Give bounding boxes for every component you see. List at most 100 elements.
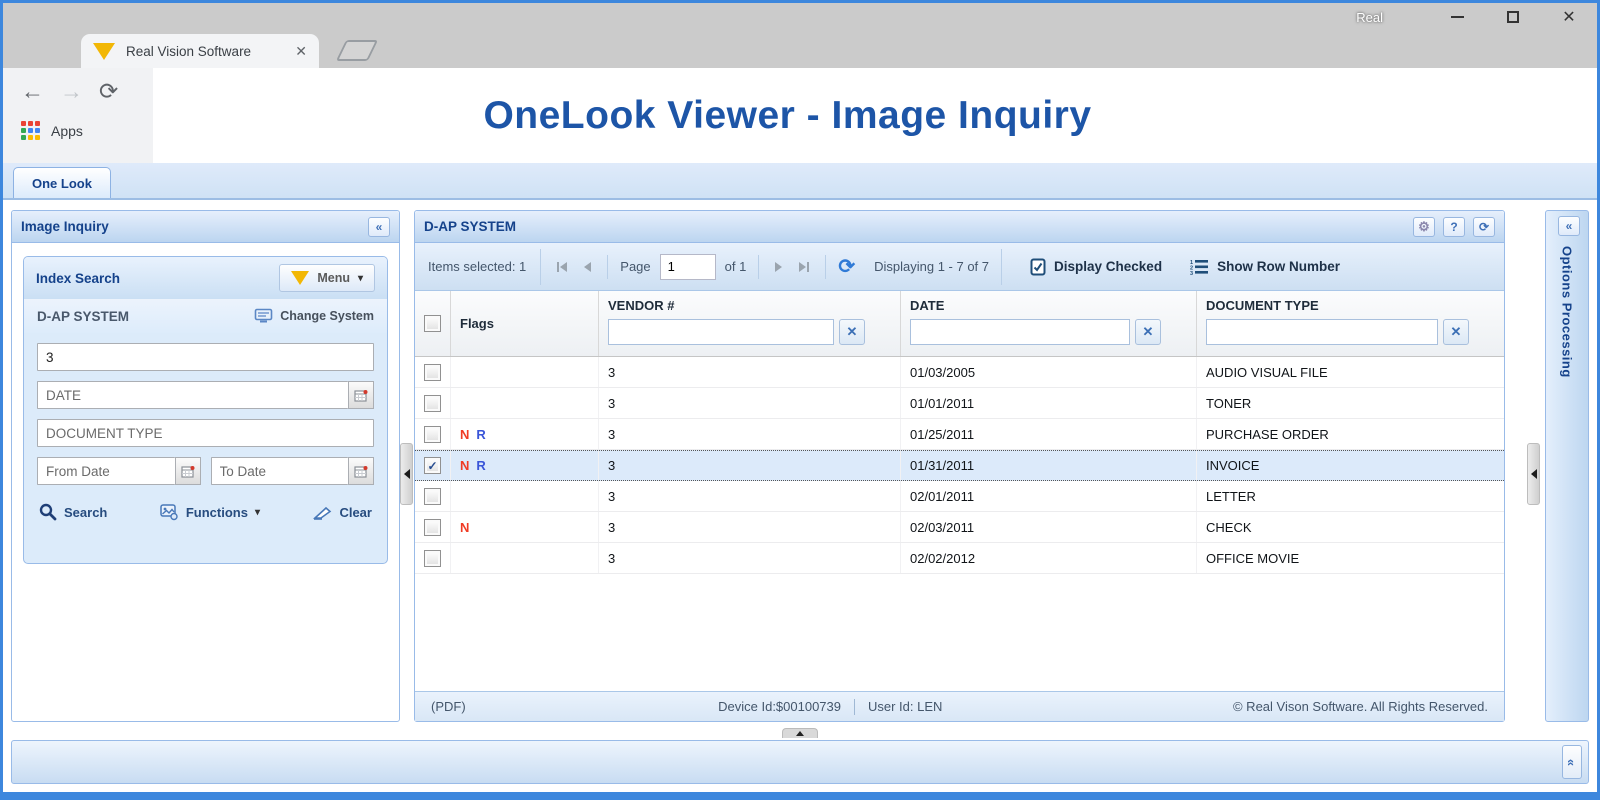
display-checked-button[interactable]: Display Checked	[1030, 258, 1162, 276]
table-row[interactable]: 3 02/01/2011 LETTER	[415, 481, 1504, 512]
date-picker-button[interactable]	[348, 381, 374, 409]
display-checked-label: Display Checked	[1054, 259, 1163, 274]
select-all-checkbox[interactable]	[424, 315, 441, 332]
apps-shortcut[interactable]: Apps	[3, 105, 153, 140]
row-checkbox-cell	[415, 543, 451, 573]
expand-bottom-panel-button[interactable]: «	[1562, 745, 1582, 779]
back-icon[interactable]: ←	[21, 78, 44, 105]
tab-one-look[interactable]: One Look	[13, 167, 111, 198]
functions-icon	[160, 503, 178, 520]
collapse-left-panel-button[interactable]: «	[368, 216, 390, 237]
help-icon: ?	[1450, 219, 1458, 234]
footer-separator	[854, 698, 855, 715]
search-fields	[24, 333, 387, 489]
app-tab-strip: One Look	[3, 163, 1597, 200]
options-processing-panel[interactable]: « Options Processing	[1545, 210, 1589, 722]
vendor-cell: 3	[599, 543, 901, 573]
from-date-picker-button[interactable]	[174, 457, 201, 485]
svg-text:3: 3	[1190, 271, 1193, 275]
row-checkbox[interactable]	[424, 487, 441, 505]
vendor-cell: 3	[599, 388, 901, 418]
expand-options-button[interactable]: «	[1558, 216, 1580, 236]
help-button[interactable]: ?	[1443, 216, 1465, 237]
show-row-number-label: Show Row Number	[1217, 259, 1341, 274]
menu-button[interactable]: Menu ▾	[279, 264, 375, 292]
browser-tab[interactable]: Real Vision Software ✕	[81, 34, 319, 68]
row-checkbox[interactable]	[424, 549, 441, 567]
refresh-panel-button[interactable]: ⟳	[1473, 216, 1495, 237]
column-header-vendor[interactable]: VENDOR # ✕	[599, 291, 901, 356]
search-label: Search	[64, 504, 108, 520]
doctype-cell: LETTER	[1206, 488, 1256, 504]
doc-type-column-label: DOCUMENT TYPE	[1206, 298, 1319, 313]
refresh-grid-button[interactable]: ⟳	[838, 257, 855, 277]
table-row[interactable]: NR 3 01/25/2011 PURCHASE ORDER	[415, 419, 1504, 450]
page-number-input[interactable]	[659, 253, 716, 280]
row-checkbox[interactable]	[424, 394, 441, 412]
maximize-button[interactable]	[1485, 3, 1541, 31]
copyright-label: © Real Vison Software. All Rights Reserv…	[1232, 699, 1488, 714]
last-page-button[interactable]	[795, 261, 813, 272]
column-header-flags[interactable]: Flags	[451, 291, 599, 356]
image-inquiry-panel: Image Inquiry « Index Search Menu ▾ D-AP…	[11, 210, 400, 722]
gear-icon: ⚙	[1418, 218, 1430, 234]
column-header-doc-type[interactable]: DOCUMENT TYPE ✕	[1197, 291, 1504, 356]
row-checkbox[interactable]	[424, 425, 441, 443]
image-inquiry-title: Image Inquiry	[21, 219, 109, 234]
flag-N: N	[460, 519, 470, 535]
doc-type-filter-input[interactable]	[1206, 319, 1438, 345]
table-row[interactable]: 3 02/02/2012 OFFICE MOVIE	[415, 543, 1504, 574]
change-system-label: Change System	[280, 309, 374, 323]
apps-grid-icon	[21, 121, 40, 140]
change-system-button[interactable]: Change System	[254, 308, 374, 324]
row-checkbox-cell: ✓	[415, 451, 451, 480]
right-collapse-handle[interactable]	[1527, 443, 1540, 505]
clear-button[interactable]: Clear	[312, 505, 372, 520]
vendor-cell: 3	[599, 512, 901, 542]
to-date-field[interactable]	[210, 457, 348, 485]
date-cell: 01/25/2011	[901, 419, 1197, 449]
show-row-number-button[interactable]: 1 2 3 Show Row Number	[1190, 259, 1340, 275]
to-date-picker-button[interactable]	[348, 457, 374, 485]
new-tab-button[interactable]	[335, 40, 379, 61]
first-page-button[interactable]	[553, 261, 571, 272]
date-filter-input[interactable]	[910, 319, 1130, 345]
table-row[interactable]: N 3 02/03/2011 CHECK	[415, 512, 1504, 543]
row-checkbox[interactable]: ✓	[424, 457, 441, 474]
first-page-icon	[560, 261, 568, 272]
search-button[interactable]: Search	[39, 503, 107, 521]
reload-icon[interactable]: ⟳	[99, 78, 118, 105]
table-row[interactable]: 3 01/03/2005 AUDIO VISUAL FILE	[415, 357, 1504, 388]
date-field[interactable]	[37, 381, 348, 409]
doc-type-filter-clear-button[interactable]: ✕	[1443, 319, 1469, 345]
vendor-filter-clear-button[interactable]: ✕	[839, 319, 865, 345]
row-checkbox[interactable]	[424, 363, 441, 381]
minimize-button[interactable]	[1429, 3, 1485, 31]
from-date-field[interactable]	[37, 457, 175, 485]
key-field[interactable]	[37, 343, 374, 371]
doctype-cell: AUDIO VISUAL FILE	[1206, 364, 1328, 380]
document-type-field[interactable]	[37, 419, 374, 447]
tab-close-icon[interactable]: ✕	[295, 43, 307, 60]
table-row[interactable]: 3 01/01/2011 TONER	[415, 388, 1504, 419]
device-id-label: Device Id:$00100739	[718, 699, 841, 714]
close-icon: ✕	[1562, 9, 1576, 26]
vendor-filter-input[interactable]	[608, 319, 834, 345]
vendor-cell: 3	[599, 357, 901, 387]
column-header-date[interactable]: DATE ✕	[901, 291, 1197, 356]
left-splitter[interactable]	[400, 210, 414, 722]
row-checkbox[interactable]	[424, 518, 441, 536]
arrow-up-icon	[796, 731, 804, 736]
left-collapse-handle[interactable]	[400, 443, 413, 505]
settings-button[interactable]: ⚙	[1413, 216, 1435, 237]
date-filter-clear-button[interactable]: ✕	[1135, 319, 1161, 345]
next-page-button[interactable]	[771, 261, 786, 272]
functions-button[interactable]: Functions ▾	[160, 503, 260, 521]
dap-system-header: D-AP SYSTEM ⚙ ? ⟳	[415, 211, 1504, 243]
forward-icon[interactable]: →	[60, 78, 83, 105]
table-row[interactable]: ✓ NR 3 01/31/2011 INVOICE	[415, 450, 1504, 481]
right-splitter[interactable]	[1505, 210, 1545, 722]
close-window-button[interactable]: ✕	[1541, 3, 1597, 31]
prev-page-button[interactable]	[580, 261, 595, 272]
bottom-panel-handle[interactable]	[782, 728, 818, 738]
